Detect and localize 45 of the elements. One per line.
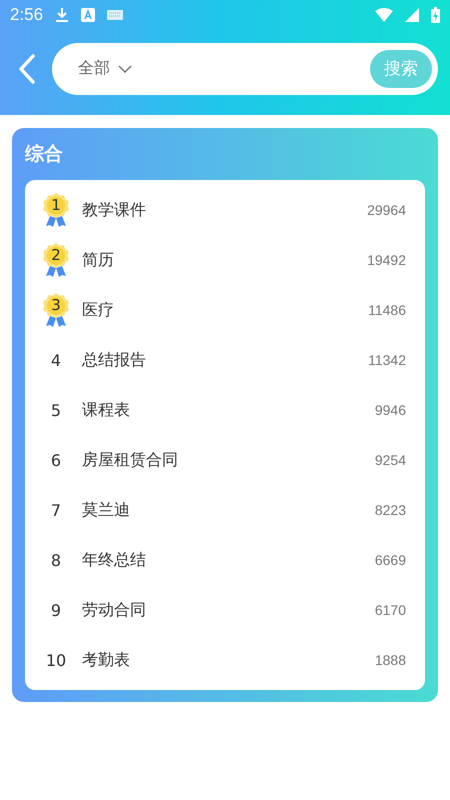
item-name[interactable]: 课程表 (82, 400, 375, 420)
signal-icon (405, 8, 419, 22)
battery-icon (431, 7, 440, 23)
item-count: 11486 (368, 302, 406, 318)
item-count: 6669 (374, 552, 406, 568)
download-icon (55, 7, 70, 23)
item-name[interactable]: 总结报告 (82, 350, 368, 370)
item-name[interactable]: 考勤表 (82, 650, 375, 670)
item-count: 8223 (374, 502, 406, 518)
item-count: 9254 (374, 452, 406, 468)
item-count: 19492 (367, 252, 406, 268)
chevron-down-icon[interactable] (118, 64, 132, 72)
item-count: 29964 (367, 202, 406, 218)
item-name[interactable]: 医疗 (82, 300, 368, 320)
back-icon[interactable] (18, 54, 36, 84)
category-dropdown[interactable]: 全部 (78, 58, 110, 79)
rank-number: 4 (50, 350, 62, 370)
rank-number: 10 (46, 650, 66, 670)
rank-number: 2 (50, 246, 62, 264)
item-name[interactable]: 劳动合同 (82, 600, 375, 620)
item-count: 9946 (374, 402, 406, 418)
search-field[interactable]: 全部 搜索 (52, 42, 438, 94)
item-name[interactable]: 莫兰迪 (82, 500, 375, 520)
rank-number: 3 (50, 296, 62, 314)
item-count: 11342 (368, 352, 406, 368)
item-name[interactable]: 教学课件 (82, 200, 368, 220)
keyboard-icon (107, 10, 124, 20)
medal-icon (41, 192, 71, 228)
rank-number: 7 (50, 500, 62, 520)
wifi-icon (375, 8, 393, 22)
rank-number: 9 (50, 600, 62, 620)
item-name[interactable]: 简历 (82, 250, 368, 270)
rank-number: 1 (50, 196, 62, 214)
keyboard-app-icon (81, 8, 96, 22)
status-time: 2:56 (10, 5, 44, 25)
section-title: 综合 (25, 142, 64, 167)
rank-number: 6 (50, 450, 62, 470)
medal-icon (41, 242, 71, 278)
rank-number: 8 (50, 550, 62, 570)
rank-number: 5 (50, 400, 62, 420)
item-count: 6170 (374, 602, 406, 618)
item-name[interactable]: 年终总结 (82, 550, 375, 570)
item-count: 1888 (374, 652, 406, 668)
item-name[interactable]: 房屋租赁合同 (82, 450, 375, 470)
medal-icon (41, 292, 71, 328)
